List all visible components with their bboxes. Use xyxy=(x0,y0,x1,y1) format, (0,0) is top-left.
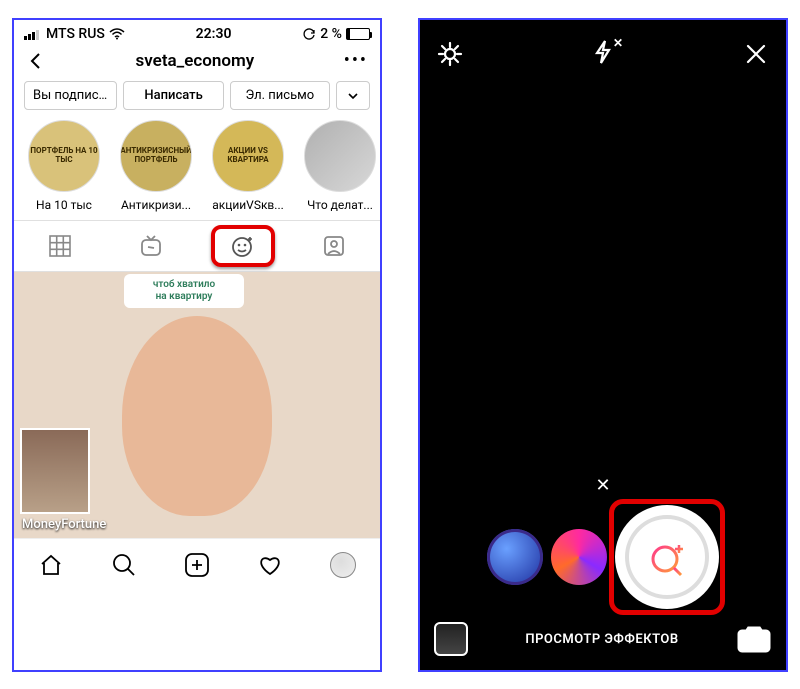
highlight-label: акцииVSкв... xyxy=(208,198,288,212)
highlights-row[interactable]: ПОРТФЕЛЬ НА 10 ТЫС На 10 тыс АНТИКРИЗИСН… xyxy=(14,120,380,220)
clock: 22:30 xyxy=(196,26,232,42)
profile-screen: MTS RUS 22:30 2 % sveta_economy ••• Вы п… xyxy=(12,18,382,672)
effect-thumbnail xyxy=(20,428,90,514)
highlight-item[interactable]: ПОРТФЕЛЬ НА 10 ТЫС На 10 тыс xyxy=(24,120,104,212)
camera-screen: ✕ ✕ xyxy=(418,18,788,672)
flash-off-badge: ✕ xyxy=(613,36,623,50)
wifi-icon xyxy=(109,28,125,40)
settings-icon[interactable] xyxy=(436,40,464,68)
close-icon[interactable] xyxy=(742,40,770,68)
home-icon[interactable] xyxy=(38,552,64,578)
effects-icon xyxy=(230,233,256,259)
create-icon[interactable] xyxy=(184,552,210,578)
face-placeholder xyxy=(122,316,272,516)
highlight-label: На 10 тыс xyxy=(24,198,104,212)
profile-avatar[interactable] xyxy=(330,552,356,578)
message-button[interactable]: Написать xyxy=(123,81,223,110)
camera-footer: ПРОСМОТР ЭФФЕКТОВ xyxy=(420,612,786,670)
back-icon[interactable] xyxy=(26,51,46,71)
heart-icon[interactable] xyxy=(257,552,283,578)
tab-grid[interactable] xyxy=(14,221,106,271)
tab-igtv[interactable] xyxy=(106,221,198,271)
highlight-cover xyxy=(304,120,376,192)
subscribed-button[interactable]: Вы подпис... xyxy=(24,81,117,110)
highlight-cover: АНТИКРИЗИСНЫЙ ПОРТФЕЛЬ xyxy=(120,120,192,192)
highlight-label: Антикризи... xyxy=(116,198,196,212)
highlight-item[interactable]: Что делат... xyxy=(300,120,380,212)
effect-preview[interactable]: чтоб хватило на квартиру MoneyFortune xyxy=(14,272,380,538)
browse-effects-label[interactable]: ПРОСМОТР ЭФФЕКТОВ xyxy=(525,632,678,647)
effect-lens[interactable] xyxy=(487,529,543,585)
browse-effects-icon xyxy=(645,535,689,579)
dismiss-effect-icon[interactable]: ✕ xyxy=(420,475,786,496)
bottom-nav xyxy=(14,538,380,590)
gallery-button[interactable] xyxy=(434,622,468,656)
effect-lens[interactable] xyxy=(551,529,607,585)
igtv-icon xyxy=(139,234,163,258)
signal-icon xyxy=(24,28,42,40)
profile-nav: sveta_economy ••• xyxy=(14,44,380,81)
tab-effects[interactable] xyxy=(197,221,289,271)
camera-top-bar: ✕ xyxy=(420,20,786,88)
highlight-cover: ПОРТФЕЛЬ НА 10 ТЫС xyxy=(28,120,100,192)
suggested-button[interactable] xyxy=(336,81,370,110)
capture-button[interactable] xyxy=(615,505,719,609)
carrier-label: MTS RUS xyxy=(46,26,105,42)
email-button[interactable]: Эл. письмо xyxy=(230,81,330,110)
action-buttons: Вы подпис... Написать Эл. письмо xyxy=(14,81,380,120)
tagged-icon xyxy=(322,234,346,258)
highlight-item[interactable]: АКЦИИ VS КВАРТИРА акцииVSкв... xyxy=(208,120,288,212)
tab-tagged[interactable] xyxy=(289,221,381,271)
search-icon[interactable] xyxy=(111,552,137,578)
overlay-card: чтоб хватило на квартиру xyxy=(124,274,244,308)
highlight-item[interactable]: АНТИКРИЗИСНЫЙ ПОРТФЕЛЬ Антикризи... xyxy=(116,120,196,212)
camera-bottom: ✕ ПРОСМОТР ЭФФЕКТО xyxy=(420,475,786,670)
highlight-cover: АКЦИИ VS КВАРТИРА xyxy=(212,120,284,192)
profile-tabs xyxy=(14,220,380,272)
highlight-label: Что делат... xyxy=(300,198,380,212)
switch-camera-icon[interactable] xyxy=(736,624,772,654)
effect-carousel[interactable] xyxy=(420,502,786,612)
more-icon[interactable]: ••• xyxy=(344,50,368,71)
grid-icon xyxy=(49,235,71,257)
battery-percent: 2 % xyxy=(320,26,342,42)
status-bar: MTS RUS 22:30 2 % xyxy=(14,20,380,44)
effect-name: MoneyFortune xyxy=(22,517,106,532)
username[interactable]: sveta_economy xyxy=(136,51,255,71)
battery-icon xyxy=(346,28,370,40)
sync-icon xyxy=(302,27,316,41)
chevron-down-icon xyxy=(346,89,360,103)
